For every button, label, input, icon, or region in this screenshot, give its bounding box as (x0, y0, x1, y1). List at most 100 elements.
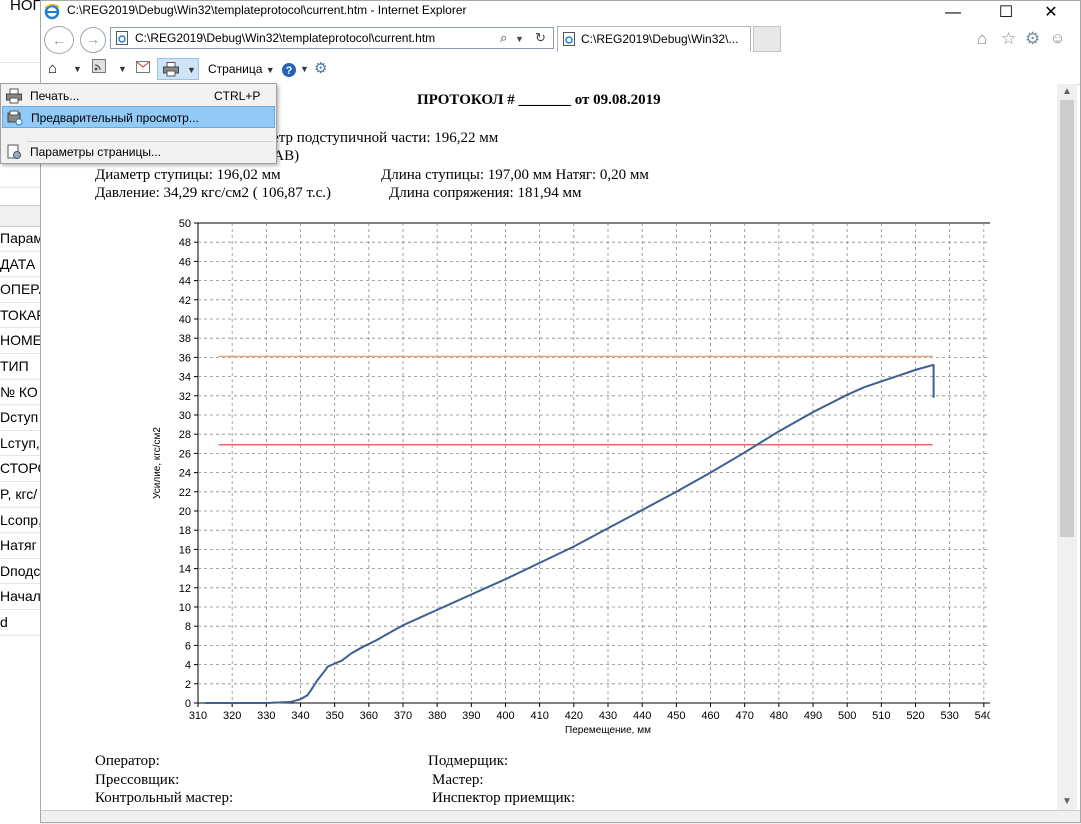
home-dropdown-icon[interactable]: ▼ (73, 58, 82, 80)
read-mail-icon[interactable] (136, 58, 150, 80)
y-tick-label: 46 (179, 256, 191, 268)
x-tick-label: 480 (770, 710, 788, 722)
x-tick-label: 350 (325, 710, 343, 722)
x-tick-label: 380 (428, 710, 446, 722)
y-tick-label: 2 (185, 679, 191, 691)
background-app-row: Dподс (0, 559, 40, 585)
rss-feed-icon[interactable] (92, 58, 106, 80)
menu-item-page-setup-label: Параметры страницы... (30, 145, 161, 159)
title-bar[interactable]: C:\REG2019\Debug\Win32\templateprotocol\… (40, 0, 1081, 26)
tab-current[interactable]: C:\REG2019\Debug\Win32\... (557, 26, 751, 52)
print-button[interactable]: ▼ (157, 58, 199, 80)
y-tick-label: 8 (185, 621, 191, 633)
smiley-feedback-icon[interactable]: ☺ (1050, 30, 1065, 47)
vertical-scrollbar[interactable]: ▲ ▼ (1057, 84, 1077, 810)
y-tick-label: 10 (179, 602, 191, 614)
shaft-diameter-line: аметр подступичной части: 196,22 мм (256, 130, 499, 146)
rss-dropdown-icon[interactable]: ▼ (118, 58, 127, 80)
background-app-row: Начал (0, 584, 40, 610)
help-dropdown-icon[interactable]: ▼ (300, 58, 309, 80)
x-tick-label: 470 (735, 710, 753, 722)
x-tick-label: 500 (838, 710, 856, 722)
operator-label: Оператор: (95, 753, 160, 769)
print-dropdown-icon[interactable]: ▼ (187, 59, 196, 81)
menu-item-print[interactable]: Печать... CTRL+P (2, 85, 275, 107)
hub-length-text: Длина ступицы: 197,00 мм Натяг: 0,20 мм (381, 167, 649, 183)
ie-window: C:\REG2019\Debug\Win32\templateprotocol\… (0, 0, 1081, 824)
x-tick-label: 320 (223, 710, 241, 722)
x-tick-label: 400 (496, 710, 514, 722)
page-icon (116, 31, 128, 45)
y-tick-label: 12 (179, 583, 191, 595)
printer-icon (163, 62, 179, 77)
menu-item-page-setup[interactable]: Параметры страницы... (2, 141, 275, 163)
x-tick-label: 420 (565, 710, 583, 722)
y-tick-label: 22 (179, 487, 191, 499)
background-app-row: ОПЕРА (0, 277, 40, 303)
close-button[interactable]: ✕ (1028, 0, 1074, 26)
y-tick-label: 28 (179, 429, 191, 441)
background-app-row: Натяг (0, 533, 40, 559)
control-master-label: Контрольный мастер: (95, 790, 234, 806)
x-tick-label: 540 (975, 710, 990, 722)
x-tick-label: 370 (394, 710, 412, 722)
settings-gear-icon[interactable]: ⚙ (1025, 29, 1040, 49)
home-icon[interactable]: ⌂ (977, 29, 987, 49)
background-app-header-label: НОГ (10, 0, 41, 14)
page-content: ПРОТОКОЛ # _______ от 09.08.2019 аметр п… (40, 84, 1057, 810)
page-menu-button[interactable]: Страница ▼ (208, 58, 275, 80)
background-app-row: ДАТА (0, 252, 40, 278)
scrollbar-thumb[interactable] (1060, 100, 1074, 537)
x-tick-label: 340 (291, 710, 309, 722)
back-arrow-icon: ← (52, 32, 66, 48)
y-tick-label: 32 (179, 391, 191, 403)
y-tick-label: 4 (185, 660, 191, 672)
menu-item-print-preview[interactable]: Предварительный просмотр... (2, 106, 275, 128)
print-dropdown-menu: Печать... CTRL+P Предварительный просмот… (0, 83, 277, 164)
plot-area (197, 222, 990, 704)
y-tick-label: 18 (179, 525, 191, 537)
page-setup-icon (7, 144, 21, 159)
page-dropdown-icon: ▼ (265, 65, 275, 75)
pressure-text: Давление: 34,29 кгс/см2 ( 106,87 т.с.) (95, 185, 332, 201)
background-app-row: Lступ, (0, 431, 40, 457)
scroll-down-icon[interactable]: ▼ (1057, 794, 1077, 810)
status-bar (40, 810, 1081, 824)
background-app-row: P, кгс/ (0, 482, 40, 508)
tab-title: C:\REG2019\Debug\Win32\... (581, 32, 739, 46)
y-tick-label: 14 (179, 564, 191, 576)
search-dropdown-icon[interactable]: ▼ (515, 34, 524, 44)
y-tick-label: 20 (179, 506, 191, 518)
scroll-up-icon[interactable]: ▲ (1057, 84, 1077, 100)
y-tick-label: 48 (179, 237, 191, 249)
x-tick-label: 520 (906, 710, 924, 722)
background-app-row: № КО (0, 380, 40, 406)
hub-diameter-text: Диаметр ступицы: 196,02 мм (95, 167, 281, 183)
menu-item-print-preview-label: Предварительный просмотр... (31, 111, 199, 125)
x-tick-label: 390 (462, 710, 480, 722)
favorites-star-icon[interactable]: ☆ (1001, 29, 1016, 49)
address-bar[interactable]: C:\REG2019\Debug\Win32\templateprotocol\… (110, 27, 554, 49)
cmd-home-icon[interactable]: ⌂ (48, 58, 57, 80)
x-tick-label: 440 (633, 710, 651, 722)
tools-gear-icon[interactable]: ⚙ (314, 58, 327, 80)
tab-page-icon (563, 32, 575, 46)
back-button[interactable]: ← (44, 26, 74, 54)
background-app-header: НОГ (0, 0, 40, 39)
maximize-button[interactable]: ☐ (983, 0, 1029, 26)
background-app-row: СТОРО (0, 456, 40, 482)
forward-button[interactable]: → (80, 27, 106, 53)
help-icon[interactable]: ? (281, 58, 297, 80)
search-icon[interactable]: ⌕ (500, 30, 507, 46)
sub-measurer-label: Подмерщик: (428, 753, 509, 769)
print-preview-icon (7, 110, 23, 126)
y-tick-label: 24 (179, 468, 191, 480)
background-app-row: НОМЕ (0, 328, 40, 354)
new-tab-button[interactable] (753, 26, 781, 52)
background-app-scrollbar[interactable] (0, 205, 40, 227)
y-tick-label: 0 (185, 698, 191, 710)
y-tick-label: 38 (179, 333, 191, 345)
y-tick-label: 36 (179, 352, 191, 364)
minimize-button[interactable]: — (930, 0, 976, 26)
refresh-icon[interactable]: ↻ (535, 30, 546, 46)
